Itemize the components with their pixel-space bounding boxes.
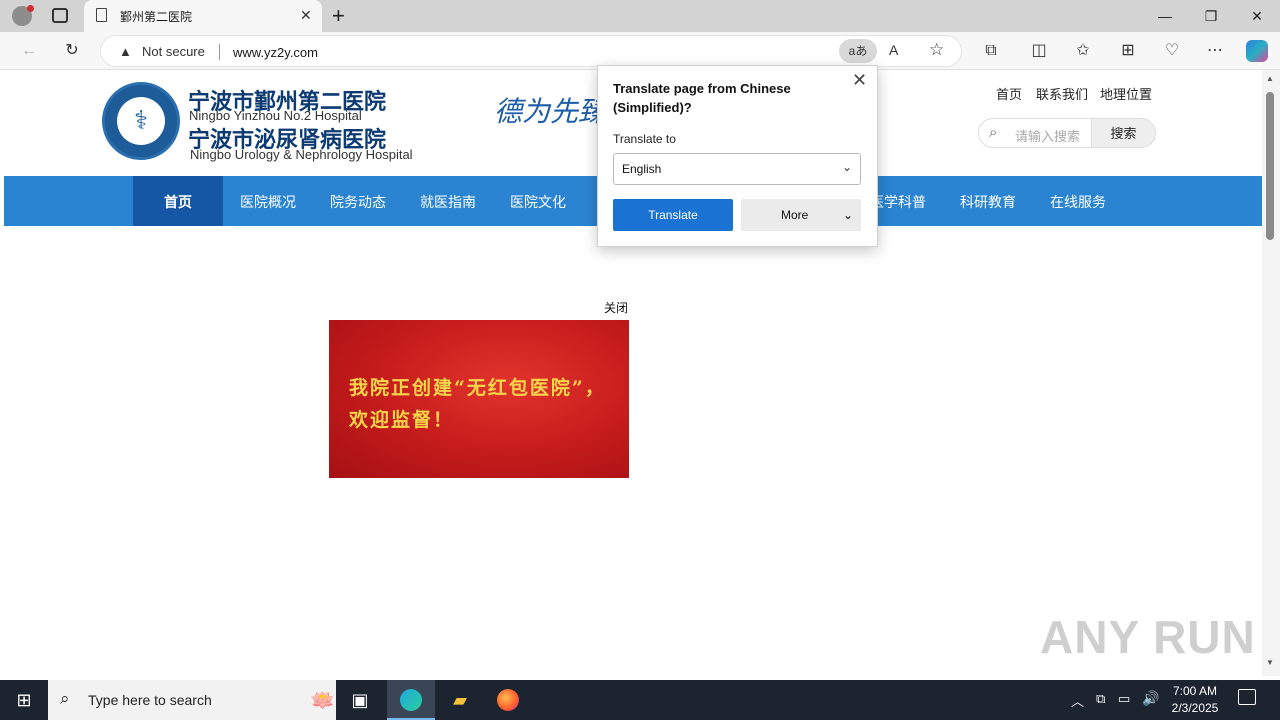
nav-item-research[interactable]: 科研教育	[943, 176, 1033, 226]
hospital-name-en-2[interactable]: Ningbo Urology & Nephrology Hospital	[190, 147, 413, 162]
nav-item-online-service[interactable]: 在线服务	[1033, 176, 1123, 226]
search-icon: ⌕	[989, 124, 998, 141]
edge-icon[interactable]	[387, 680, 435, 720]
more-button[interactable]: More ⌄	[741, 199, 861, 231]
watermark-logo: ANY RUN	[1040, 611, 1256, 663]
selected-language: English	[622, 162, 662, 176]
new-tab-button[interactable]: +	[332, 3, 345, 29]
edge-logo	[400, 689, 422, 711]
top-link-home[interactable]: 首页	[996, 84, 1022, 103]
clock-time: 7:00 AM	[1172, 684, 1218, 698]
favorite-star-icon[interactable]: ☆	[929, 40, 944, 60]
read-aloud-icon[interactable]: A	[889, 42, 898, 58]
tray-app-icon[interactable]: ⧉	[1096, 691, 1105, 707]
nav-item-news[interactable]: 院务动态	[313, 176, 403, 226]
translate-to-label: Translate to	[613, 132, 676, 146]
firefox-logo	[497, 689, 519, 711]
tab-active[interactable]: 鄞州第二医院 ✕	[84, 0, 322, 32]
collections-icon[interactable]: ⊞	[1117, 40, 1139, 62]
chevron-down-icon: ⌄	[842, 208, 853, 222]
popup-close-link[interactable]: 关闭	[604, 299, 628, 316]
page-scrollbar[interactable]: ▲ ▼	[1262, 70, 1280, 676]
page-icon	[96, 8, 107, 22]
nav-item-overview[interactable]: 医院概况	[223, 176, 313, 226]
url-text[interactable]: www.yz2y.com	[233, 45, 318, 60]
scroll-thumb[interactable]	[1266, 92, 1274, 240]
banner-image[interactable]: 我院正创建“无红包医院”，欢迎监督！	[329, 320, 629, 478]
scroll-up-icon[interactable]: ▲	[1266, 74, 1274, 83]
address-bar[interactable]: ▲ Not secure www.yz2y.com aあ A ☆	[100, 35, 962, 67]
network-icon[interactable]: ▭	[1118, 691, 1130, 707]
task-view-icon[interactable]: ▣	[336, 680, 384, 720]
translate-icon[interactable]: aあ	[839, 39, 877, 63]
security-label[interactable]: Not secure	[142, 44, 205, 59]
tab-title: 鄞州第二医院	[120, 10, 193, 24]
close-window-button[interactable]: ✕	[1234, 0, 1280, 32]
translate-close-icon[interactable]: ✕	[852, 70, 867, 91]
warning-icon[interactable]: ▲	[119, 44, 132, 59]
translate-popup: Translate page from Chinese (Simplified)…	[597, 65, 878, 247]
site-search-input[interactable]: 请输入搜索	[1015, 126, 1080, 145]
system-clock[interactable]: 7:00 AM 2/3/2025	[1168, 683, 1222, 717]
more-menu-icon[interactable]: ⋯	[1204, 40, 1226, 62]
notification-center-icon[interactable]	[1238, 689, 1256, 705]
site-search-button[interactable]: 搜索	[1091, 119, 1155, 147]
translate-title: Translate page from Chinese (Simplified)…	[613, 81, 791, 115]
firefox-icon[interactable]	[484, 680, 532, 720]
caduceus-icon: ⚕	[117, 97, 165, 145]
taskbar-search[interactable]: ⌕ Type here to search 🪷	[48, 680, 336, 720]
nav-item-home[interactable]: 首页	[133, 176, 223, 226]
tab-actions-icon[interactable]	[52, 8, 68, 23]
address-divider	[219, 44, 220, 60]
more-button-label: More	[781, 208, 809, 222]
volume-icon[interactable]: 🔊	[1142, 690, 1159, 707]
extensions-icon[interactable]: ⧉	[980, 40, 1002, 62]
file-explorer-icon[interactable]: ▰	[436, 680, 484, 720]
minimize-button[interactable]: —	[1142, 0, 1188, 32]
favorites-icon[interactable]: ✩	[1072, 40, 1094, 62]
copilot-icon[interactable]	[1246, 40, 1268, 62]
chevron-down-icon: ⌄	[841, 160, 852, 174]
restore-button[interactable]: ❐	[1188, 0, 1234, 32]
title-bar: 鄞州第二医院 ✕ + — ❐ ✕	[0, 0, 1280, 32]
taskbar-search-input[interactable]: Type here to search	[88, 692, 212, 708]
split-screen-icon[interactable]: ◫	[1028, 40, 1050, 62]
tray-chevron-icon[interactable]: ︿	[1071, 691, 1084, 710]
top-link-contact[interactable]: 联系我们	[1036, 84, 1088, 103]
tab-close-icon[interactable]: ✕	[300, 7, 312, 24]
hospital-name-en-1[interactable]: Ningbo Yinzhou No.2 Hospital	[189, 108, 362, 123]
nav-item-culture[interactable]: 医院文化	[493, 176, 583, 226]
nav-item-guide[interactable]: 就医指南	[403, 176, 493, 226]
browser-essentials-icon[interactable]: ♡	[1161, 40, 1183, 62]
notification-dot	[27, 5, 34, 12]
scroll-down-icon[interactable]: ▼	[1266, 658, 1274, 667]
back-icon[interactable]: ←	[18, 40, 40, 62]
site-search: ⌕ 请输入搜索 搜索	[978, 118, 1156, 148]
slogan-calligraphy: 德为先臻	[494, 95, 607, 128]
hospital-logo[interactable]: ⚕	[102, 82, 180, 160]
refresh-icon[interactable]: ↻	[61, 40, 83, 62]
top-link-location[interactable]: 地理位置	[1100, 84, 1152, 103]
clock-date: 2/3/2025	[1171, 701, 1219, 715]
language-select[interactable]: English ⌄	[613, 153, 861, 185]
translate-button[interactable]: Translate	[613, 199, 733, 231]
windows-start-icon[interactable]: ⊞	[0, 680, 48, 720]
search-icon: ⌕	[60, 689, 70, 708]
taskbar: ⊞ ⌕ Type here to search 🪷 ▣ ▰ ︿ ⧉ ▭ 🔊 7:…	[0, 680, 1280, 720]
banner-text: 我院正创建“无红包医院”，欢迎监督！	[349, 377, 606, 431]
lotus-icon: 🪷	[310, 690, 335, 712]
